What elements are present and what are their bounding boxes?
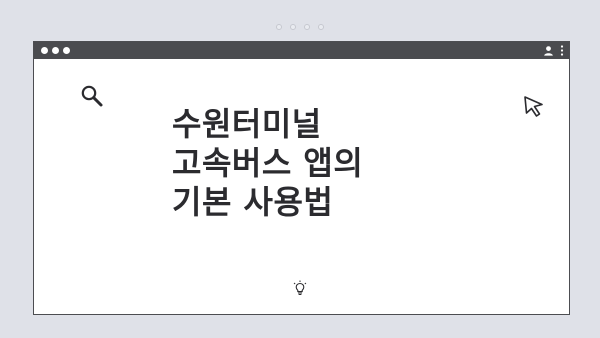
pagination-dot: [276, 24, 282, 30]
minimize-dot[interactable]: [52, 47, 59, 54]
headline-line-1: 수원터미널: [172, 105, 322, 143]
page-headline: 수원터미널 고속버스 앱의 기본 사용법: [172, 105, 492, 222]
lightbulb-icon: [293, 280, 307, 295]
pagination-dot: [318, 24, 324, 30]
profile-icon[interactable]: [543, 45, 554, 56]
pagination-dot: [304, 24, 310, 30]
window-controls: [41, 47, 70, 54]
search-icon: [81, 85, 103, 107]
headline-line-2: 고속버스 앱의: [172, 144, 364, 182]
window-titlebar: [34, 42, 569, 59]
pagination-dot: [290, 24, 296, 30]
close-dot[interactable]: [41, 47, 48, 54]
kebab-menu-icon[interactable]: [560, 45, 564, 56]
headline-line-3: 기본 사용법: [172, 183, 334, 221]
browser-window: 수원터미널 고속버스 앱의 기본 사용법: [33, 41, 570, 315]
cursor-arrow-icon: [524, 96, 543, 117]
maximize-dot[interactable]: [63, 47, 70, 54]
pagination-dots: [0, 24, 600, 30]
